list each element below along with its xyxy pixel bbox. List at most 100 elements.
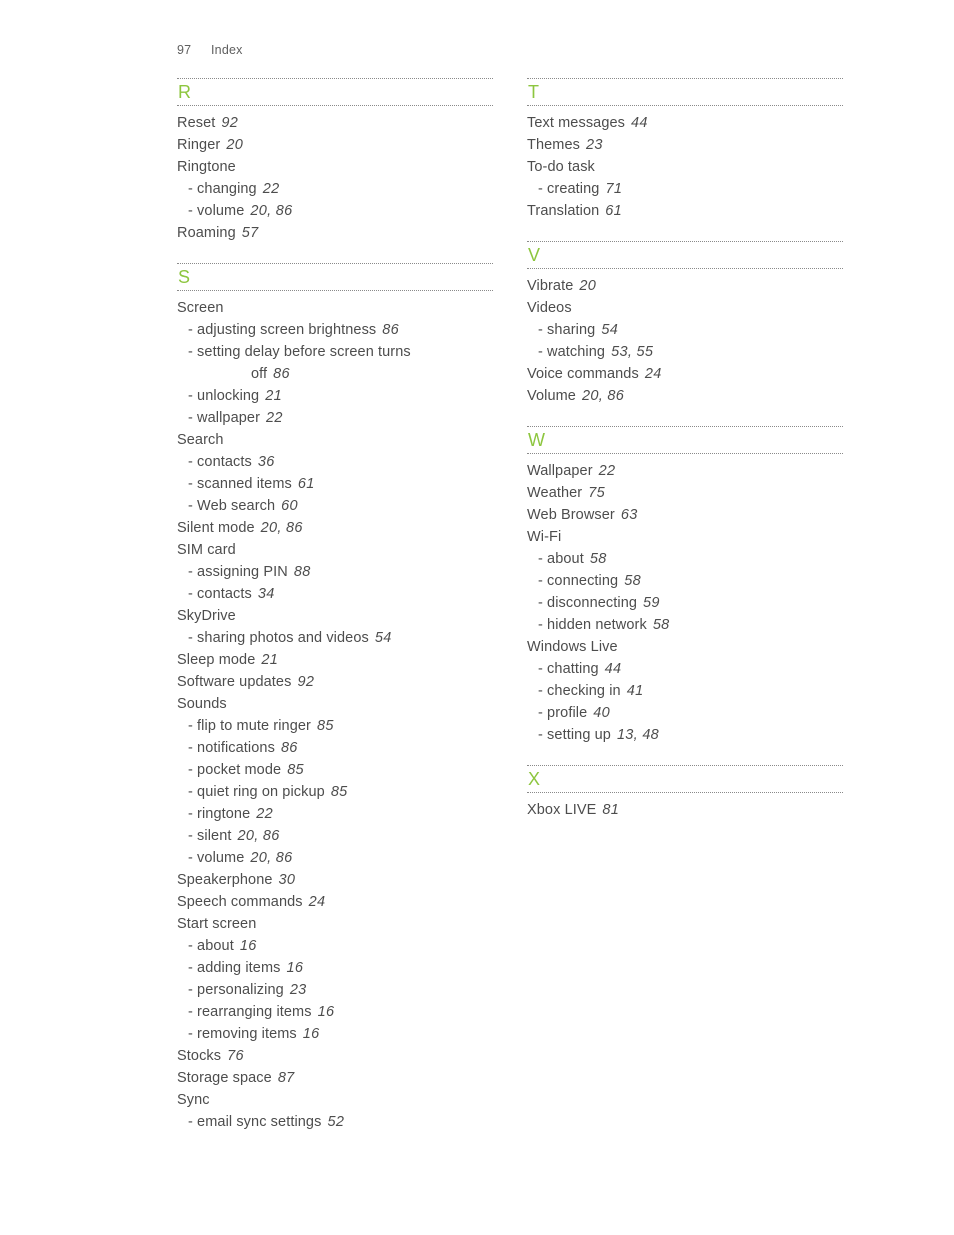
index-subentry[interactable]: - watching 53, 55 <box>527 341 843 363</box>
entry-page-numbers[interactable]: 54 <box>601 322 618 338</box>
index-subentry[interactable]: - setting delay before screen turns <box>177 341 493 363</box>
index-entry[interactable]: Windows Live <box>527 636 843 658</box>
index-subentry[interactable]: - contacts 34 <box>177 583 493 605</box>
entry-page-numbers[interactable]: 58 <box>653 617 670 633</box>
index-entry[interactable]: Sleep mode 21 <box>177 649 493 671</box>
index-subentry[interactable]: - flip to mute ringer 85 <box>177 715 493 737</box>
entry-page-numbers[interactable]: 81 <box>602 802 619 818</box>
entry-page-numbers[interactable]: 61 <box>605 203 622 219</box>
index-subentry[interactable]: - quiet ring on pickup 85 <box>177 781 493 803</box>
index-entry[interactable]: Roaming 57 <box>177 222 493 244</box>
entry-page-numbers[interactable]: 58 <box>624 573 641 589</box>
entry-page-numbers[interactable]: 24 <box>309 894 326 910</box>
entry-page-numbers[interactable]: 23 <box>290 982 307 998</box>
entry-page-numbers[interactable]: 92 <box>221 115 238 131</box>
index-subentry[interactable]: - ringtone 22 <box>177 803 493 825</box>
entry-page-numbers[interactable]: 20 <box>579 278 596 294</box>
index-subentry[interactable]: - personalizing 23 <box>177 979 493 1001</box>
index-subentry[interactable]: - unlocking 21 <box>177 385 493 407</box>
index-entry[interactable]: Themes 23 <box>527 134 843 156</box>
index-subentry[interactable]: - chatting 44 <box>527 658 843 680</box>
entry-page-numbers[interactable]: 16 <box>286 960 303 976</box>
index-subentry[interactable]: - connecting 58 <box>527 570 843 592</box>
index-entry[interactable]: Sync <box>177 1089 493 1111</box>
entry-page-numbers[interactable]: 24 <box>645 366 662 382</box>
index-subentry[interactable]: - wallpaper 22 <box>177 407 493 429</box>
entry-page-numbers[interactable]: 21 <box>265 388 282 404</box>
index-entry[interactable]: Storage space 87 <box>177 1067 493 1089</box>
index-entry[interactable]: Voice commands 24 <box>527 363 843 385</box>
index-subentry[interactable]: - about 58 <box>527 548 843 570</box>
index-subentry[interactable]: - sharing 54 <box>527 319 843 341</box>
entry-page-numbers[interactable]: 16 <box>240 938 257 954</box>
index-subentry[interactable]: - volume 20, 86 <box>177 200 493 222</box>
entry-page-numbers[interactable]: 22 <box>266 410 283 426</box>
entry-page-numbers[interactable]: 16 <box>303 1026 320 1042</box>
index-subentry[interactable]: - removing items 16 <box>177 1023 493 1045</box>
entry-page-numbers[interactable]: 85 <box>317 718 334 734</box>
entry-page-numbers[interactable]: 85 <box>287 762 304 778</box>
index-subentry[interactable]: - disconnecting 59 <box>527 592 843 614</box>
index-subentry[interactable]: - profile 40 <box>527 702 843 724</box>
entry-page-numbers[interactable]: 22 <box>599 463 616 479</box>
entry-page-numbers[interactable]: 20, 86 <box>261 520 303 536</box>
entry-page-numbers[interactable]: 20, 86 <box>250 850 292 866</box>
index-subentry[interactable]: - pocket mode 85 <box>177 759 493 781</box>
entry-page-numbers[interactable]: 20, 86 <box>250 203 292 219</box>
index-subentry[interactable]: - sharing photos and videos 54 <box>177 627 493 649</box>
index-subentry[interactable]: - notifications 86 <box>177 737 493 759</box>
index-entry[interactable]: Wi-Fi <box>527 526 843 548</box>
entry-page-numbers[interactable]: 40 <box>593 705 610 721</box>
entry-page-numbers[interactable]: 23 <box>586 137 603 153</box>
entry-page-numbers[interactable]: 61 <box>298 476 315 492</box>
index-subentry[interactable]: off 86 <box>177 363 493 385</box>
index-entry[interactable]: Search <box>177 429 493 451</box>
index-subentry[interactable]: - hidden network 58 <box>527 614 843 636</box>
index-subentry[interactable]: - rearranging items 16 <box>177 1001 493 1023</box>
entry-page-numbers[interactable]: 58 <box>590 551 607 567</box>
entry-page-numbers[interactable]: 76 <box>227 1048 244 1064</box>
entry-page-numbers[interactable]: 86 <box>382 322 399 338</box>
entry-page-numbers[interactable]: 86 <box>281 740 298 756</box>
entry-page-numbers[interactable]: 57 <box>242 225 259 241</box>
index-entry[interactable]: SIM card <box>177 539 493 561</box>
index-entry[interactable]: Screen <box>177 297 493 319</box>
index-subentry[interactable]: - adjusting screen brightness 86 <box>177 319 493 341</box>
index-entry[interactable]: Web Browser 63 <box>527 504 843 526</box>
index-subentry[interactable]: - adding items 16 <box>177 957 493 979</box>
index-entry[interactable]: Silent mode 20, 86 <box>177 517 493 539</box>
entry-page-numbers[interactable]: 85 <box>331 784 348 800</box>
index-subentry[interactable]: - creating 71 <box>527 178 843 200</box>
entry-page-numbers[interactable]: 22 <box>256 806 273 822</box>
entry-page-numbers[interactable]: 20, 86 <box>238 828 280 844</box>
entry-page-numbers[interactable]: 86 <box>273 366 290 382</box>
entry-page-numbers[interactable]: 59 <box>643 595 660 611</box>
entry-page-numbers[interactable]: 20, 86 <box>582 388 624 404</box>
entry-page-numbers[interactable]: 63 <box>621 507 638 523</box>
index-entry[interactable]: Weather 75 <box>527 482 843 504</box>
index-entry[interactable]: Sounds <box>177 693 493 715</box>
entry-page-numbers[interactable]: 52 <box>327 1114 344 1130</box>
index-entry[interactable]: Videos <box>527 297 843 319</box>
index-subentry[interactable]: - scanned items 61 <box>177 473 493 495</box>
index-entry[interactable]: Reset 92 <box>177 112 493 134</box>
index-entry[interactable]: Software updates 92 <box>177 671 493 693</box>
entry-page-numbers[interactable]: 30 <box>279 872 296 888</box>
index-subentry[interactable]: - volume 20, 86 <box>177 847 493 869</box>
index-entry[interactable]: Volume 20, 86 <box>527 385 843 407</box>
entry-page-numbers[interactable]: 13, 48 <box>617 727 659 743</box>
entry-page-numbers[interactable]: 44 <box>631 115 648 131</box>
index-entry[interactable]: Wallpaper 22 <box>527 460 843 482</box>
index-entry[interactable]: Xbox LIVE 81 <box>527 799 843 821</box>
entry-page-numbers[interactable]: 16 <box>318 1004 335 1020</box>
entry-page-numbers[interactable]: 92 <box>297 674 314 690</box>
entry-page-numbers[interactable]: 22 <box>263 181 280 197</box>
entry-page-numbers[interactable]: 53, 55 <box>611 344 653 360</box>
entry-page-numbers[interactable]: 41 <box>627 683 644 699</box>
index-subentry[interactable]: - changing 22 <box>177 178 493 200</box>
index-entry[interactable]: Text messages 44 <box>527 112 843 134</box>
index-entry[interactable]: Vibrate 20 <box>527 275 843 297</box>
index-subentry[interactable]: - about 16 <box>177 935 493 957</box>
entry-page-numbers[interactable]: 34 <box>258 586 275 602</box>
entry-page-numbers[interactable]: 87 <box>278 1070 295 1086</box>
